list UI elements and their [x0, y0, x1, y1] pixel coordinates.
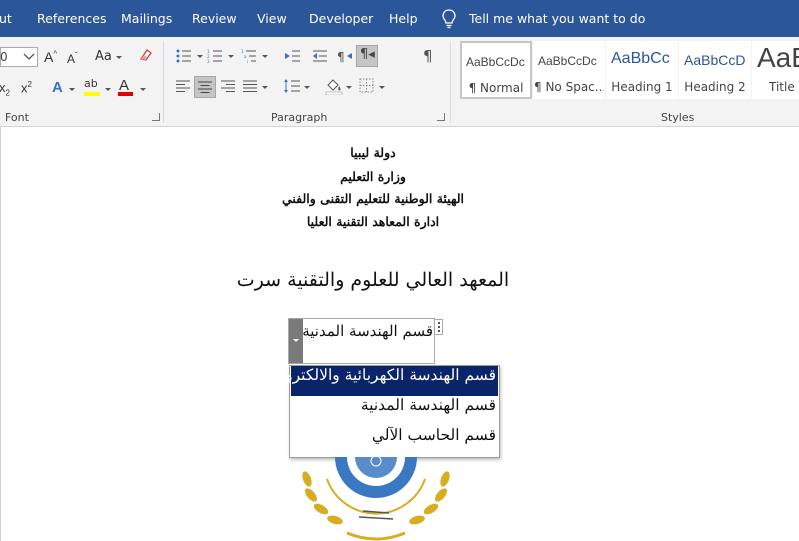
document-area: دولة ليبيا وزارة التعليم الهيئة الوطنية … — [0, 127, 799, 541]
font-size-box[interactable]: 0 — [0, 47, 38, 67]
justify-caret-icon — [262, 86, 268, 89]
rtl-direction-icon[interactable]: ¶ — [337, 48, 353, 64]
text-effects-button[interactable]: A — [52, 79, 63, 96]
institute-logo — [302, 457, 450, 541]
style-sample: AaBbCcDc — [538, 54, 597, 68]
styles-gallery: AaBbCcDc ¶ Normal AaBbCcDc ¶ No Spac... … — [458, 41, 799, 101]
style-sample: AaBbCc — [611, 50, 670, 67]
department-combo-box[interactable]: قسم الهندسة المدنية — [288, 318, 435, 364]
tab-references[interactable]: References — [37, 11, 106, 26]
group-separator — [163, 41, 164, 123]
ltr-paragraph-icon[interactable] — [284, 49, 301, 63]
department-dropdown-list: قسم الهندسة الكهربائية والالكترونية قسم … — [268, 365, 500, 458]
style-name: ¶ No Spac... — [534, 80, 604, 94]
paragraph-group-label: Paragraph — [271, 111, 328, 124]
header-line-state: دولة ليبيا — [350, 145, 396, 160]
line-spacing-icon[interactable] — [283, 78, 301, 94]
shading-icon[interactable] — [325, 77, 343, 95]
multilevel-list-icon[interactable]: 1ai — [241, 49, 257, 63]
font-group-label: Font — [5, 111, 29, 124]
content-control-handle[interactable] — [434, 319, 443, 335]
ribbon-tabs: ut References Mailings Review View Devel… — [0, 0, 799, 37]
word-window: ut References Mailings Review View Devel… — [0, 0, 799, 541]
align-center-icon — [198, 81, 212, 93]
align-right-icon[interactable] — [221, 80, 235, 92]
style-heading-2[interactable]: AaBbCcD Heading 2 — [679, 41, 751, 99]
text-effects-caret-icon — [69, 88, 75, 91]
clear-formatting-icon[interactable] — [137, 47, 153, 63]
dropdown-option-electrical[interactable]: قسم الهندسة الكهربائية والالكترونية — [268, 366, 498, 396]
style-name: Heading 1 — [611, 80, 673, 94]
change-case-caret-icon — [116, 56, 122, 59]
combo-selected-value: قسم الهندسة المدنية — [302, 322, 433, 340]
chevron-down-icon — [23, 53, 35, 60]
tab-layout[interactable]: ut — [0, 11, 12, 26]
style-sample: AaB — [757, 42, 799, 73]
tab-view[interactable]: View — [257, 11, 287, 26]
style-sample: AaBbCcD — [684, 52, 746, 68]
dropdown-option-civil[interactable]: قسم الهندسة المدنية — [291, 396, 498, 426]
tab-mailings[interactable]: Mailings — [121, 11, 172, 26]
institute-title: المعهد العالي للعلوم والتقنية سرت — [236, 269, 510, 291]
font-size-value: 0 — [0, 50, 8, 64]
svg-text:i: i — [247, 59, 248, 63]
ribbon: 0 A^ Aˇ Aa x2 x2 A ab A Font 1 2 3 1 a i… — [0, 37, 799, 127]
group-separator — [450, 41, 451, 123]
chevron-down-icon — [293, 339, 299, 342]
shrink-font-button[interactable]: Aˇ — [67, 51, 78, 66]
header-line-administration: ادارة المعاهد التقنية العليا — [306, 214, 440, 229]
style-name: Heading 2 — [684, 80, 746, 94]
style-title[interactable]: AaB Title — [752, 41, 799, 99]
style-sample: AaBbCcDc — [466, 55, 525, 69]
bullets-icon[interactable] — [176, 49, 192, 63]
line-spacing-caret-icon — [304, 86, 310, 89]
bullets-caret-icon — [197, 55, 203, 58]
header-line-authority: الهيئة الوطنية للتعليم التقنى والفني — [281, 191, 464, 206]
header-line-ministry: وزارة التعليم — [340, 169, 406, 184]
borders-caret-icon — [379, 86, 385, 89]
tab-help[interactable]: Help — [389, 11, 418, 26]
borders-icon[interactable] — [359, 78, 374, 93]
highlight-caret-icon — [105, 88, 111, 91]
styles-group-label: Styles — [661, 111, 695, 124]
dropdown-option-computer[interactable]: قسم الحاسب الآلي — [291, 426, 498, 456]
highlighter-icon: ab — [84, 77, 98, 90]
shading-caret-icon — [346, 86, 352, 89]
align-left-icon[interactable] — [176, 80, 190, 92]
change-case-button[interactable]: Aa — [95, 49, 112, 64]
multilevel-caret-icon — [262, 55, 268, 58]
style-name: ¶ Normal — [468, 81, 524, 95]
tab-developer[interactable]: Developer — [309, 11, 373, 26]
justify-icon[interactable] — [243, 80, 257, 92]
decrease-indent-icon[interactable] — [312, 49, 328, 63]
tell-me-search[interactable]: Tell me what you want to do — [469, 11, 645, 26]
lightbulb-icon — [442, 9, 456, 29]
pilcrow-rtl-icon: ¶◂ — [360, 47, 375, 62]
style-name: Title — [769, 80, 795, 94]
style-heading-1[interactable]: AaBbCc Heading 1 — [606, 41, 678, 99]
svg-text:3: 3 — [207, 59, 210, 63]
subscript-button[interactable]: x2 — [0, 80, 10, 98]
align-center-button[interactable] — [194, 76, 216, 98]
tab-review[interactable]: Review — [192, 11, 237, 26]
numbering-icon[interactable]: 123 — [207, 49, 223, 63]
show-marks-icon[interactable]: ¶ — [423, 47, 433, 65]
highlight-color-swatch — [84, 92, 100, 96]
style-no-spacing[interactable]: AaBbCcDc ¶ No Spac... — [533, 41, 605, 99]
grow-font-button[interactable]: A^ — [44, 49, 57, 65]
font-color-caret-icon — [140, 88, 146, 91]
font-color-swatch — [118, 92, 133, 96]
svg-text:¶: ¶ — [337, 50, 345, 64]
superscript-button[interactable]: x2 — [21, 80, 32, 95]
document-page[interactable]: دولة ليبيا وزارة التعليم الهيئة الوطنية … — [0, 127, 799, 541]
style-normal[interactable]: AaBbCcDc ¶ Normal — [460, 41, 532, 99]
combo-dropdown-button[interactable] — [289, 319, 303, 363]
paragraph-dialog-launcher[interactable] — [437, 113, 445, 121]
rtl-paragraph-button[interactable]: ¶◂ — [356, 45, 378, 67]
font-dialog-launcher[interactable] — [152, 113, 160, 121]
numbering-caret-icon — [228, 55, 234, 58]
